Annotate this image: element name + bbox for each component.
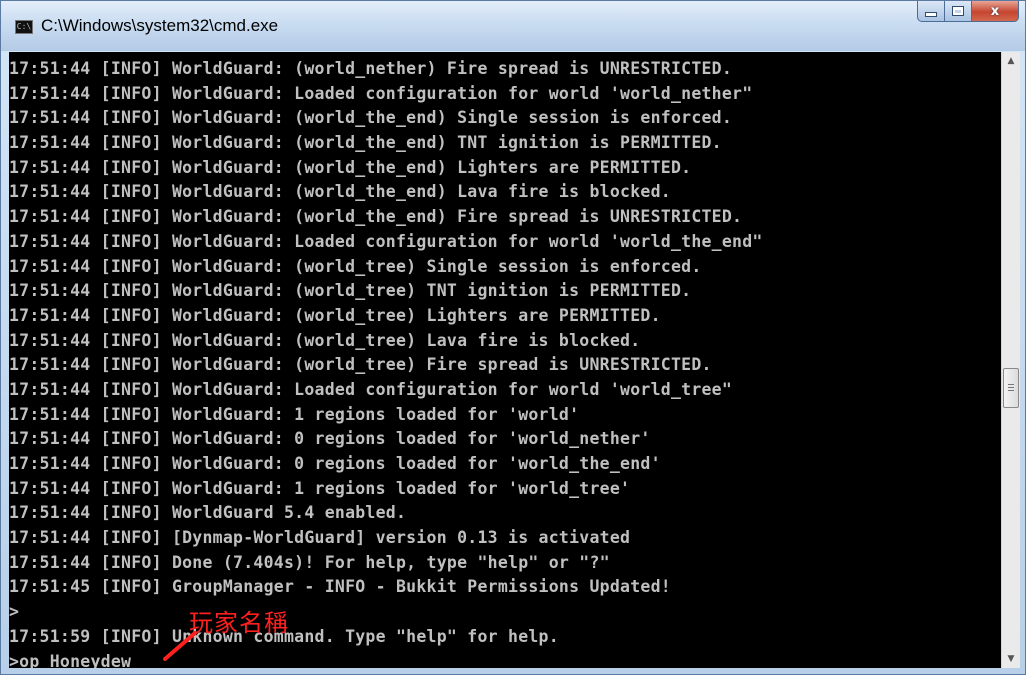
console-line: 17:51:44 [INFO] WorldGuard: (world_nethe… <box>9 59 733 78</box>
scroll-down-arrow-icon: ▼ <box>1007 654 1015 664</box>
console-line: 17:51:44 [INFO] WorldGuard: 1 regions lo… <box>9 404 580 424</box>
console-line: 17:51:44 [INFO] WorldGuard: (world_tree)… <box>9 305 661 325</box>
scrollbar-thumb[interactable] <box>1003 368 1019 408</box>
minimize-icon <box>925 11 937 17</box>
console-line: 17:51:44 [INFO] WorldGuard 5.4 enabled. <box>9 503 407 523</box>
cmd-window: C:\ C:\Windows\system32\cmd.exe x 17:51:… <box>0 0 1026 675</box>
thumb-grip-line <box>1008 387 1014 388</box>
console-icon[interactable]: C:\ <box>15 20 33 34</box>
console-line: 17:51:44 [INFO] WorldGuard: (world_the_e… <box>9 108 733 128</box>
console-line: > <box>9 602 20 622</box>
console-line: 17:51:44 [INFO] [Dynmap-WorldGuard] vers… <box>9 528 631 548</box>
window-title: C:\Windows\system32\cmd.exe <box>41 16 279 35</box>
console-line: 17:51:59 [INFO] Unknown command. Type "h… <box>9 626 559 646</box>
console-line: 17:51:44 [INFO] WorldGuard: (world_tree)… <box>9 355 712 375</box>
console-line: 17:51:44 [INFO] WorldGuard: 0 regions lo… <box>9 454 661 473</box>
console-line: 17:51:44 [INFO] WorldGuard: (world_the_e… <box>9 157 692 177</box>
red-arrow-icon <box>163 631 197 661</box>
scroll-down-button[interactable]: ▼ <box>1002 650 1020 668</box>
close-button[interactable]: x <box>972 1 1019 22</box>
console-line: 17:51:44 [INFO] WorldGuard: Loaded confi… <box>9 379 733 399</box>
console-line: 17:51:44 [INFO] WorldGuard: 1 regions lo… <box>9 478 631 498</box>
console-line: 17:51:44 [INFO] WorldGuard: (world_the_e… <box>9 182 671 202</box>
title-bar[interactable]: C:\ C:\Windows\system32\cmd.exe x <box>1 1 1025 51</box>
console-line: >op Honeydew <box>9 651 132 669</box>
console-line: 17:51:44 [INFO] WorldGuard: (world_tree)… <box>9 256 702 276</box>
console-line: 17:51:45 [INFO] GroupManager - INFO - Bu… <box>9 577 671 597</box>
console-line: 17:51:44 [INFO] WorldGuard: Loaded confi… <box>9 83 753 103</box>
console-line: 17:51:44 [INFO] WorldGuard: (world_the_e… <box>9 207 743 227</box>
console-lines: 17:51:44 [INFO] WorldGuard: (world_nethe… <box>9 57 1001 668</box>
console-line: 17:51:44 [INFO] WorldGuard: 0 regions lo… <box>9 429 651 449</box>
close-icon: x <box>990 3 1000 19</box>
console-line: 17:51:44 [INFO] WorldGuard: (world_the_e… <box>9 133 722 153</box>
thumb-grip-line <box>1008 384 1014 385</box>
console-output[interactable]: 17:51:44 [INFO] WorldGuard: (world_nethe… <box>9 52 1001 668</box>
scroll-up-button[interactable]: ▲ <box>1002 52 1020 70</box>
maximize-button[interactable] <box>945 1 972 22</box>
annotation-label: 玩家名稱 <box>189 609 289 637</box>
console-line: 17:51:44 [INFO] Done (7.404s)! For help,… <box>9 552 610 572</box>
console-line: 17:51:44 [INFO] WorldGuard: Loaded confi… <box>9 231 763 251</box>
console-line: 17:51:44 [INFO] WorldGuard: (world_tree)… <box>9 330 641 350</box>
maximize-icon <box>952 6 964 16</box>
thumb-grip-line <box>1008 390 1014 391</box>
vertical-scrollbar[interactable]: ▲ ▼ <box>1001 52 1020 668</box>
scroll-up-arrow-icon: ▲ <box>1007 56 1015 66</box>
console-line: 17:51:44 [INFO] WorldGuard: (world_tree)… <box>9 281 692 301</box>
minimize-button[interactable] <box>917 1 945 22</box>
window-controls: x <box>917 1 1019 22</box>
